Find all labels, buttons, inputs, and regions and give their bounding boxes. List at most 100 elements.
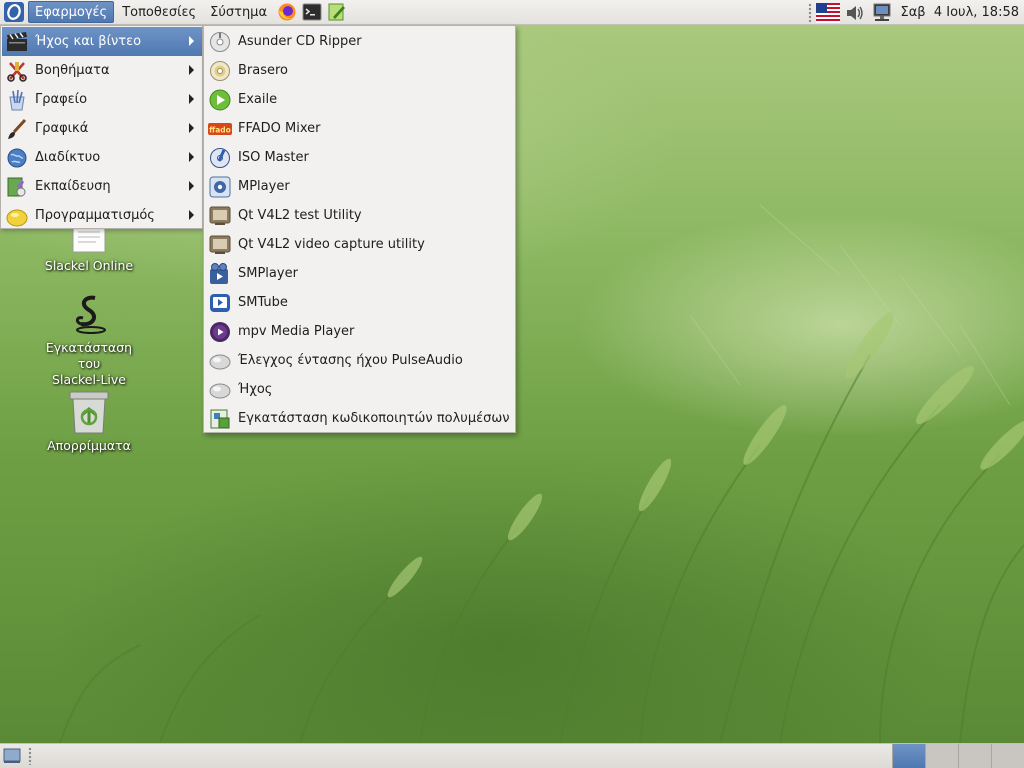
programming-icon: [6, 205, 28, 227]
us-flag-icon[interactable]: [815, 2, 840, 24]
smtube-icon: [208, 291, 232, 315]
submenu-item-label: Asunder CD Ripper: [238, 34, 362, 49]
system-menu-button[interactable]: Σύστημα: [204, 1, 273, 23]
workspace-1[interactable]: [892, 744, 925, 768]
desktop-icon-slackel-online[interactable]: Slackel Online: [34, 224, 144, 274]
cd-ripper-icon: [208, 30, 232, 54]
iso-master-icon: [208, 146, 232, 170]
graphics-icon: [6, 118, 28, 140]
desktop-icon-label: Slackel Online: [44, 258, 134, 273]
submenu-item-iso-master[interactable]: ISO Master: [205, 143, 515, 172]
applications-menu-button[interactable]: Εφαρμογές: [28, 1, 115, 23]
panel-drag-handle[interactable]: [28, 747, 32, 765]
pulseaudio-icon: [208, 349, 232, 373]
workspace-4[interactable]: [991, 744, 1024, 768]
places-menu-button[interactable]: Τοποθεσίες: [116, 1, 202, 23]
desktop-icon-label: Απορρίμματα: [47, 438, 131, 453]
submenu-item-asunder[interactable]: Asunder CD Ripper: [205, 27, 515, 56]
submenu-arrow-icon: [189, 210, 194, 220]
bottom-panel: [0, 743, 1024, 768]
submenu-item-codec-installer[interactable]: Εγκατάσταση κωδικοποιητών πολυμέσων: [205, 404, 515, 433]
submenu-arrow-icon: [189, 123, 194, 133]
system-tray: Σαβ 4 Ιουλ, 18:58: [807, 0, 1024, 25]
workspace-3[interactable]: [958, 744, 991, 768]
menu-item-education[interactable]: Εκπαίδευση: [2, 172, 202, 201]
submenu-item-label: Εγκατάσταση κωδικοποιητών πολυμέσων: [238, 411, 510, 426]
terminal-icon[interactable]: [301, 1, 323, 23]
submenu-item-pulseaudio[interactable]: Έλεγχος έντασης ήχου PulseAudio: [205, 346, 515, 375]
slackel-installer-icon: [65, 290, 113, 338]
submenu-item-smplayer[interactable]: SMPlayer: [205, 259, 515, 288]
applications-menu-label: Εφαρμογές: [35, 4, 108, 20]
desktop-icon-trash[interactable]: Απορρίμματα: [34, 388, 144, 454]
tv-icon: [208, 233, 232, 257]
volume-icon[interactable]: [843, 2, 867, 24]
submenu-item-brasero[interactable]: Brasero: [205, 56, 515, 85]
submenu-item-label: Brasero: [238, 63, 289, 78]
trash-icon: [65, 388, 113, 436]
menu-item-label: Προγραμματισμός: [35, 208, 155, 223]
multimedia-icon: [6, 31, 28, 53]
desktop-icon-label-line2: Slackel-Live: [52, 372, 126, 387]
submenu-item-exaile[interactable]: Exaile: [205, 85, 515, 114]
submenu-arrow-icon: [189, 36, 194, 46]
network-icon[interactable]: [870, 2, 894, 24]
mplayer-icon: [208, 175, 232, 199]
submenu-item-label: Qt V4L2 test Utility: [238, 208, 362, 223]
submenu-item-smtube[interactable]: SMTube: [205, 288, 515, 317]
places-menu-label: Τοποθεσίες: [122, 4, 197, 20]
submenu-item-label: mpv Media Player: [238, 324, 355, 339]
show-desktop-icon[interactable]: [2, 747, 22, 765]
sound-icon: [208, 378, 232, 402]
desktop-icon-label-line1: Εγκατάσταση του: [45, 340, 133, 371]
menu-item-graphics[interactable]: Γραφικά: [2, 114, 202, 143]
desktop-icon-slackel-installer[interactable]: Εγκατάσταση του Slackel-Live: [34, 290, 144, 388]
submenu-item-sound[interactable]: Ήχος: [205, 375, 515, 404]
applications-menu: Ήχος και βίντεο Βοηθήματα Γραφείο Γραφικ…: [0, 25, 203, 229]
text-editor-icon[interactable]: [326, 1, 348, 23]
clock[interactable]: Σαβ 4 Ιουλ, 18:58: [901, 5, 1019, 20]
menu-item-internet[interactable]: Διαδίκτυο: [2, 143, 202, 172]
submenu-item-qv4l2-test[interactable]: Qt V4L2 test Utility: [205, 201, 515, 230]
submenu-arrow-icon: [189, 65, 194, 75]
submenu-item-ffado[interactable]: ffado FFADO Mixer: [205, 114, 515, 143]
menu-item-label: Διαδίκτυο: [35, 150, 101, 165]
submenu-item-label: Exaile: [238, 92, 278, 107]
office-icon: [6, 89, 28, 111]
mpv-icon: [208, 320, 232, 344]
menu-item-label: Γραφικά: [35, 121, 89, 136]
submenu-item-label: Qt V4L2 video capture utility: [238, 237, 425, 252]
codec-installer-icon: [208, 407, 232, 431]
submenu-item-label: Ήχος: [238, 382, 273, 397]
tv-icon: [208, 204, 232, 228]
svg-text:ffado: ffado: [209, 125, 231, 134]
smplayer-icon: [208, 262, 232, 286]
menu-item-office[interactable]: Γραφείο: [2, 85, 202, 114]
firefox-icon[interactable]: [276, 1, 298, 23]
menu-item-programming[interactable]: Προγραμματισμός: [2, 201, 202, 230]
submenu-arrow-icon: [189, 94, 194, 104]
slackel-logo-icon[interactable]: [2, 0, 26, 24]
submenu-arrow-icon: [189, 181, 194, 191]
education-icon: [6, 176, 28, 198]
tray-drag-handle[interactable]: [807, 2, 812, 23]
submenu-arrow-icon: [189, 152, 194, 162]
system-menu-label: Σύστημα: [210, 4, 268, 20]
menu-item-label: Εκπαίδευση: [35, 179, 111, 194]
submenu-item-label: ISO Master: [238, 150, 309, 165]
menu-item-label: Γραφείο: [35, 92, 88, 107]
menu-item-label: Ήχος και βίντεο: [35, 34, 142, 49]
menu-item-accessories[interactable]: Βοηθήματα: [2, 56, 202, 85]
submenu-item-mpv[interactable]: mpv Media Player: [205, 317, 515, 346]
menu-item-sound-video[interactable]: Ήχος και βίντεο: [2, 27, 202, 56]
submenu-item-qv4l2-capture[interactable]: Qt V4L2 video capture utility: [205, 230, 515, 259]
submenu-item-label: SMTube: [238, 295, 288, 310]
submenu-item-label: FFADO Mixer: [238, 121, 321, 136]
accessories-icon: [6, 60, 28, 82]
submenu-item-mplayer[interactable]: MPlayer: [205, 172, 515, 201]
workspace-2[interactable]: [925, 744, 958, 768]
menu-item-label: Βοηθήματα: [35, 63, 110, 78]
disc-burner-icon: [208, 59, 232, 83]
sound-video-submenu: Asunder CD Ripper Brasero Exaile ffado F…: [203, 25, 516, 433]
exaile-play-icon: [208, 88, 232, 112]
